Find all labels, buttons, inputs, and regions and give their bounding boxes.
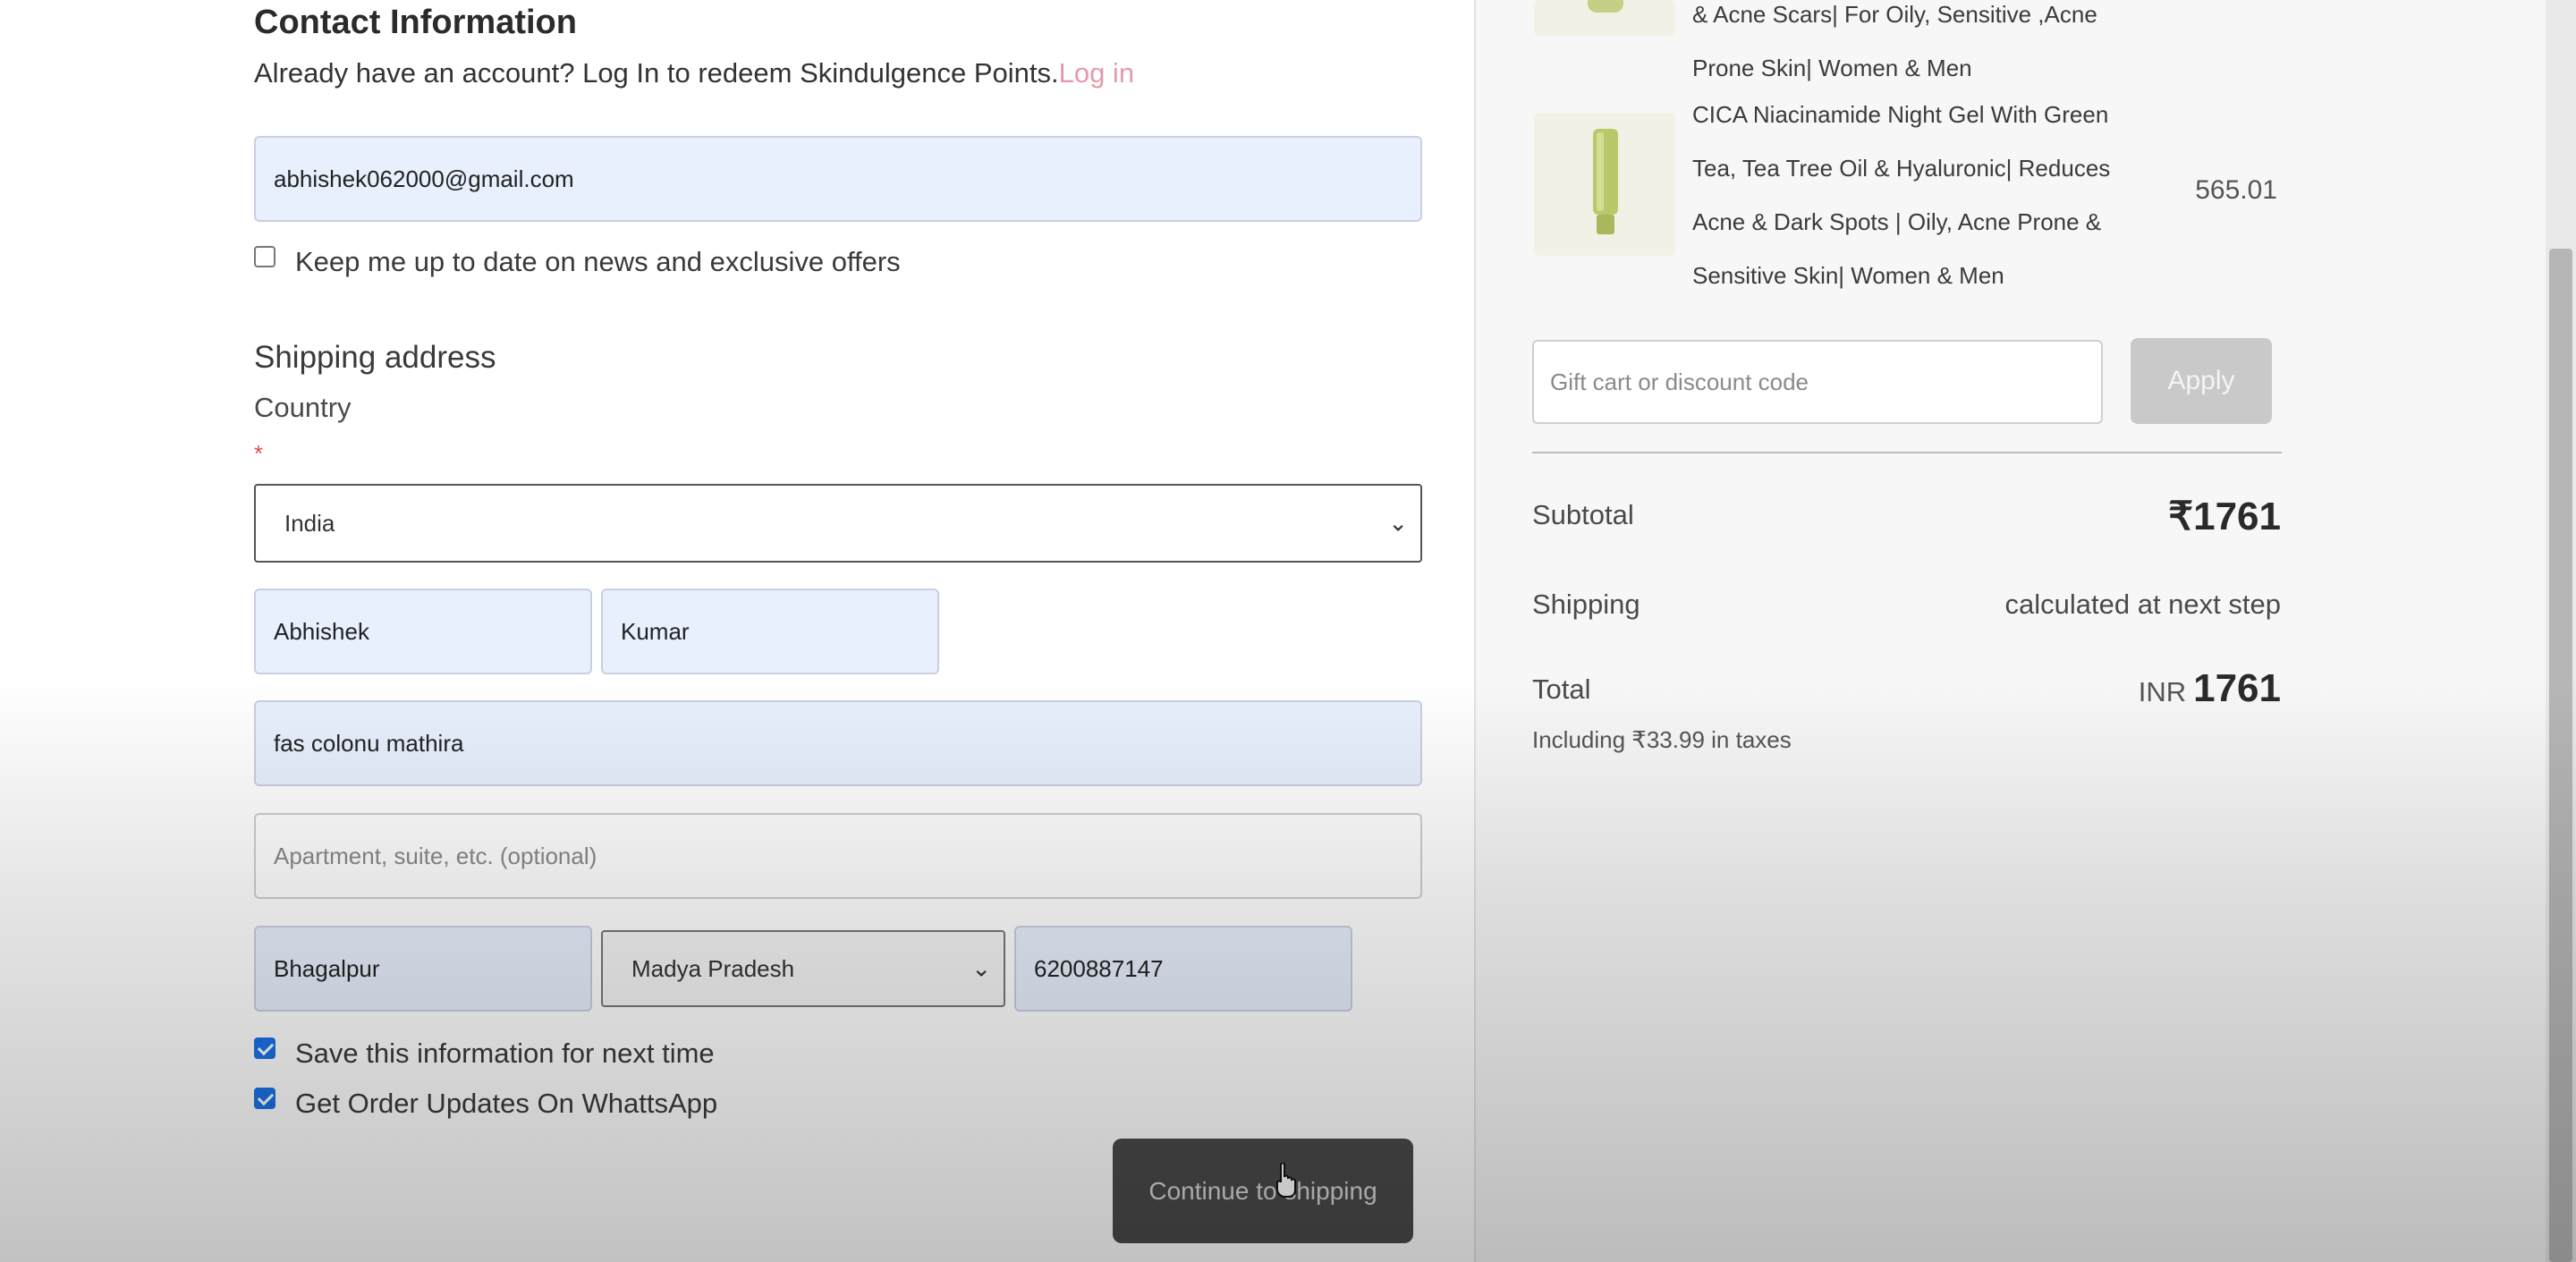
summary-separator — [1532, 452, 2282, 453]
subtotal-value: ₹1761 — [2168, 495, 2281, 538]
chevron-down-icon: ⌄ — [1388, 509, 1408, 537]
total-value: INR 1761 — [2139, 666, 2281, 711]
account-prompt: Already have an account? Log In to redee… — [254, 57, 1134, 89]
news-label: Keep me up to date on news and exclusive… — [295, 246, 901, 277]
product-name: CICA Niacinamide Night Gel With Green Te… — [1692, 101, 2111, 289]
first-name-field[interactable]: Abhishek — [254, 589, 592, 674]
shipping-value: calculated at next step — [2004, 589, 2281, 620]
total-amount: 1761 — [2193, 666, 2281, 710]
whatsapp-label: Get Order Updates On WhattsApp — [295, 1088, 718, 1119]
contact-heading: Contact Information — [254, 4, 577, 41]
save-info-checkbox[interactable] — [254, 1038, 275, 1059]
news-checkbox[interactable] — [254, 246, 275, 267]
country-label: Country — [254, 392, 352, 423]
subtotal-label: Subtotal — [1532, 499, 1634, 530]
product-thumbnail — [1534, 113, 1675, 256]
save-info-label: Save this information for next time — [295, 1038, 715, 1069]
chevron-down-icon: ⌄ — [971, 954, 991, 982]
total-currency: INR — [2138, 676, 2187, 707]
product-price: 565.01 — [2195, 175, 2277, 205]
city-field[interactable]: Bhagalpur — [254, 926, 592, 1012]
whatsapp-checkbox[interactable] — [254, 1088, 275, 1109]
shipping-heading: Shipping address — [254, 340, 496, 375]
state-select[interactable]: Madya Pradesh ⌄ — [601, 930, 1005, 1007]
last-name-field[interactable]: Kumar — [601, 589, 939, 674]
country-value: India — [284, 509, 335, 537]
account-prompt-text: Already have an account? Log In to redee… — [254, 57, 1059, 89]
whatsapp-option[interactable]: Get Order Updates On WhattsApp — [254, 1088, 717, 1120]
email-field[interactable]: abhishek062000@gmail.com — [254, 136, 1422, 222]
taxes-note: Including ₹33.99 in taxes — [1532, 726, 1792, 753]
login-link[interactable]: Log in — [1059, 57, 1134, 89]
mouse-cursor-icon — [1276, 1163, 1296, 1198]
scrollbar-thumb[interactable] — [2549, 249, 2572, 1262]
address-field[interactable]: fas colonu mathira — [254, 700, 1422, 786]
checkout-form-panel: Contact Information Already have an acco… — [0, 0, 1474, 1262]
news-option[interactable]: Keep me up to date on news and exclusive… — [254, 246, 901, 278]
required-mark: * — [254, 440, 264, 467]
total-label: Total — [1532, 673, 1591, 705]
previous-product-thumbnail — [1534, 0, 1675, 36]
country-select[interactable]: India ⌄ — [254, 484, 1422, 563]
discount-code-input[interactable]: Gift cart or discount code — [1532, 340, 2103, 424]
state-value: Madya Pradesh — [631, 954, 795, 982]
apartment-field[interactable]: Apartment, suite, etc. (optional) — [254, 813, 1422, 899]
continue-to-shipping-button[interactable]: Continue to shipping — [1113, 1139, 1413, 1243]
apply-discount-button[interactable]: Apply — [2131, 338, 2272, 424]
shipping-label: Shipping — [1532, 589, 1640, 620]
save-info-option[interactable]: Save this information for next time — [254, 1038, 715, 1070]
phone-field[interactable]: 6200887147 — [1014, 926, 1352, 1012]
previous-product-name: & Acne Scars| For Oily, Sensitive ,Acne … — [1692, 1, 2097, 81]
